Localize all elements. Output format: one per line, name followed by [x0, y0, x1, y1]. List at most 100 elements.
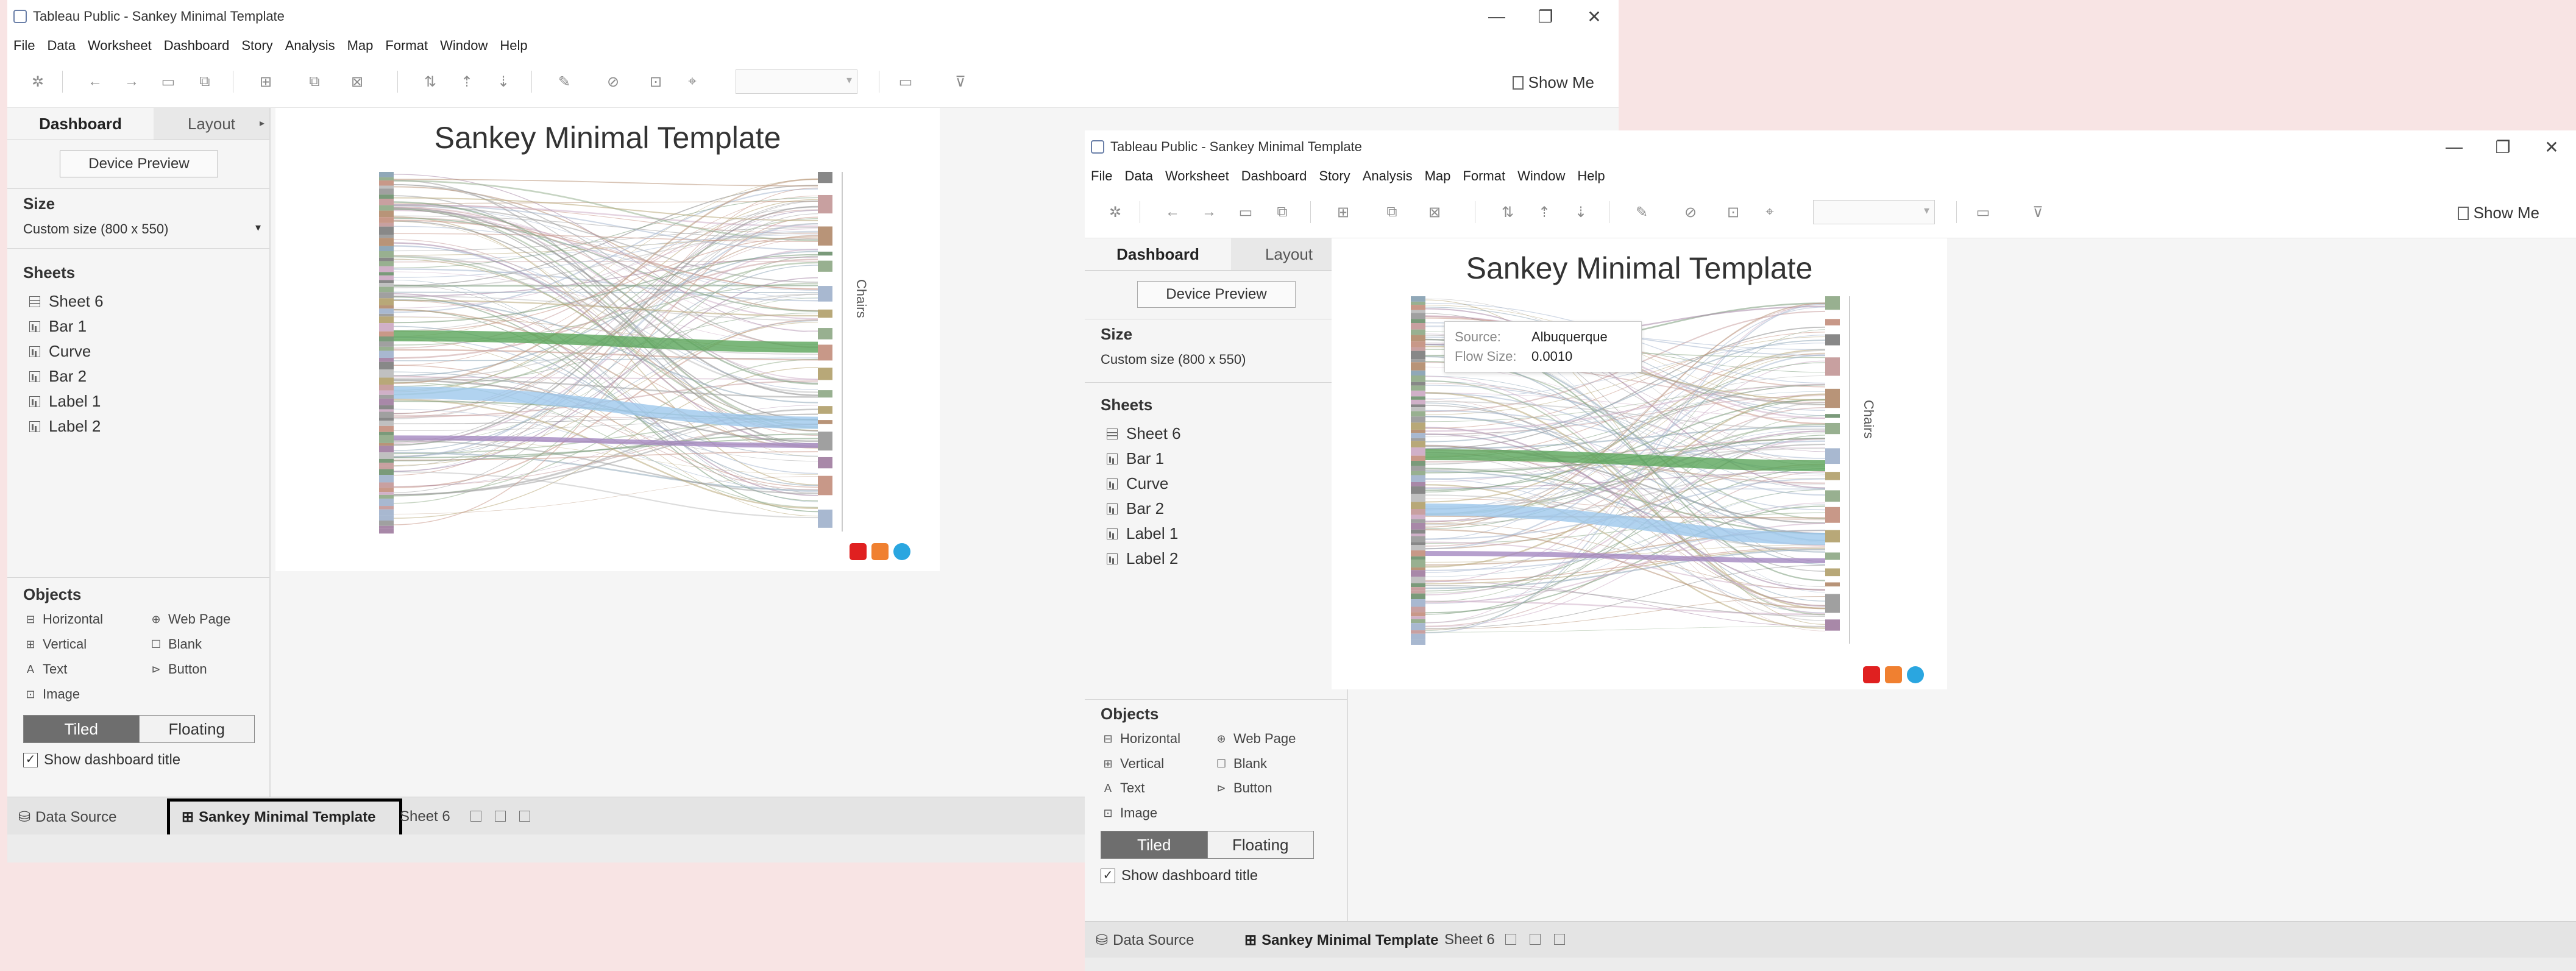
- size-dropdown[interactable]: Custom size (800 x 550) ▾: [1101, 352, 1338, 368]
- tableau-logo-icon[interactable]: ✲: [29, 73, 46, 90]
- size-dropdown[interactable]: Custom size (800 x 550) ▾: [23, 221, 261, 237]
- tab-dashboard[interactable]: Dashboard: [7, 108, 154, 140]
- new-dashboard-icon[interactable]: [1530, 934, 1541, 945]
- new-story-icon[interactable]: [519, 811, 530, 822]
- menu-file[interactable]: File: [7, 38, 41, 54]
- device-preview-button[interactable]: Device Preview: [1137, 281, 1296, 308]
- duplicate-sheet-icon[interactable]: ⧉: [306, 73, 323, 90]
- object-vertical[interactable]: ⊞ Vertical: [26, 636, 87, 652]
- menu-analysis[interactable]: Analysis: [279, 38, 341, 54]
- highlight-icon[interactable]: ✎: [556, 73, 573, 90]
- menu-window[interactable]: Window: [1511, 168, 1571, 184]
- save-icon[interactable]: ▭: [1237, 204, 1254, 221]
- twitter-icon[interactable]: [893, 543, 910, 560]
- sheet-item-bar-2[interactable]: Bar 2: [29, 367, 87, 386]
- presentation-icon[interactable]: ▭: [897, 73, 914, 90]
- object-blank[interactable]: ☐ Blank: [1216, 756, 1267, 772]
- tableau-logo-icon[interactable]: ✲: [1107, 204, 1124, 221]
- sheet-item-label-2[interactable]: Label 2: [1107, 549, 1178, 568]
- new-sheet-icon[interactable]: ⊞: [1335, 204, 1352, 221]
- object-horizontal[interactable]: ⊟ Horizontal: [26, 611, 103, 627]
- close-button[interactable]: ✕: [2527, 130, 2576, 163]
- show-dashboard-title-checkbox[interactable]: ✓ Show dashboard title: [1101, 867, 1258, 884]
- pin-icon[interactable]: ⌖: [1761, 204, 1778, 221]
- new-dashboard-icon[interactable]: [495, 811, 506, 822]
- new-worksheet-icon[interactable]: [1505, 934, 1516, 945]
- menu-dashboard[interactable]: Dashboard: [1235, 168, 1313, 184]
- data-source-tab[interactable]: ⛁ Data Source: [1096, 931, 1194, 949]
- add-datasource-icon[interactable]: ⧉: [196, 73, 213, 90]
- sheet-6-tab[interactable]: Sheet 6: [1444, 931, 1495, 948]
- duplicate-sheet-icon[interactable]: ⧉: [1383, 204, 1400, 221]
- sheet-item-curve[interactable]: Curve: [1107, 474, 1168, 493]
- floating-button[interactable]: Floating: [1207, 831, 1313, 858]
- undo-icon[interactable]: ←: [1164, 204, 1181, 221]
- menu-format[interactable]: Format: [1457, 168, 1511, 184]
- show-dashboard-title-checkbox[interactable]: ✓ Show dashboard title: [23, 752, 180, 769]
- menu-worksheet[interactable]: Worksheet: [1159, 168, 1235, 184]
- restore-button[interactable]: ❐: [2478, 130, 2527, 163]
- sheet-item-sheet-6[interactable]: Sheet 6: [29, 292, 104, 311]
- new-worksheet-icon[interactable]: [470, 811, 481, 822]
- clear-sheet-icon[interactable]: ⊠: [349, 73, 366, 90]
- presentation-icon[interactable]: ▭: [1975, 204, 1992, 221]
- device-preview-button[interactable]: Device Preview: [60, 151, 218, 177]
- menu-dashboard[interactable]: Dashboard: [158, 38, 236, 54]
- save-icon[interactable]: ▭: [160, 73, 177, 90]
- floating-button[interactable]: Floating: [138, 716, 254, 742]
- tiled-button[interactable]: Tiled: [1101, 831, 1207, 858]
- tab-dashboard[interactable]: Dashboard: [1085, 238, 1232, 270]
- sheet-6-tab[interactable]: Sheet 6: [400, 808, 450, 825]
- object-button[interactable]: ⊳ Button: [1216, 780, 1272, 796]
- menu-help[interactable]: Help: [494, 38, 533, 54]
- undo-icon[interactable]: ←: [87, 73, 104, 90]
- object-text[interactable]: A Text: [1103, 780, 1144, 796]
- sort-asc-icon[interactable]: ⇡: [458, 73, 475, 90]
- swap-icon[interactable]: ⇅: [422, 73, 439, 90]
- object-web-page[interactable]: ⊕ Web Page: [1216, 731, 1296, 747]
- blog-icon[interactable]: [1885, 666, 1902, 683]
- menu-story[interactable]: Story: [235, 38, 279, 54]
- fit-dropdown[interactable]: [736, 69, 857, 94]
- blog-icon[interactable]: [871, 543, 889, 560]
- tab-layout[interactable]: Layout: [154, 108, 269, 140]
- menu-story[interactable]: Story: [1313, 168, 1356, 184]
- object-web-page[interactable]: ⊕ Web Page: [151, 611, 230, 627]
- object-text[interactable]: A Text: [26, 661, 67, 677]
- close-button[interactable]: ✕: [1570, 0, 1619, 33]
- sheet-item-bar-2[interactable]: Bar 2: [1107, 499, 1164, 518]
- sort-desc-icon[interactable]: ⇣: [1572, 204, 1589, 221]
- minimize-button[interactable]: —: [1472, 0, 1521, 33]
- sheet-item-bar-1[interactable]: Bar 1: [1107, 449, 1164, 468]
- labels-icon[interactable]: ⊡: [1725, 204, 1742, 221]
- menu-format[interactable]: Format: [379, 38, 434, 54]
- youtube-icon[interactable]: [850, 543, 867, 560]
- share-icon[interactable]: ⊽: [952, 73, 969, 90]
- sheet-item-curve[interactable]: Curve: [29, 342, 91, 361]
- redo-icon[interactable]: →: [123, 73, 140, 90]
- tiled-button[interactable]: Tiled: [24, 716, 139, 742]
- sheet-item-label-2[interactable]: Label 2: [29, 417, 101, 436]
- data-source-tab[interactable]: ⛁ Data Source: [18, 808, 117, 826]
- highlight-icon[interactable]: ✎: [1633, 204, 1650, 221]
- object-button[interactable]: ⊳ Button: [151, 661, 207, 677]
- new-story-icon[interactable]: [1554, 934, 1565, 945]
- dashboard-tab-active[interactable]: ⊞ Sankey Minimal Template: [182, 808, 375, 826]
- share-icon[interactable]: ⊽: [2029, 204, 2046, 221]
- menu-data[interactable]: Data: [1118, 168, 1158, 184]
- sheet-item-label-1[interactable]: Label 1: [1107, 524, 1178, 543]
- labels-icon[interactable]: ⊡: [647, 73, 664, 90]
- fit-dropdown[interactable]: [1813, 200, 1935, 224]
- group-icon[interactable]: ⊘: [1682, 204, 1699, 221]
- youtube-icon[interactable]: [1863, 666, 1880, 683]
- object-horizontal[interactable]: ⊟ Horizontal: [1103, 731, 1180, 747]
- menu-analysis[interactable]: Analysis: [1357, 168, 1419, 184]
- sort-asc-icon[interactable]: ⇡: [1536, 204, 1553, 221]
- tab-layout[interactable]: Layout: [1231, 238, 1347, 270]
- new-sheet-icon[interactable]: ⊞: [257, 73, 274, 90]
- sheet-item-sheet-6[interactable]: Sheet 6: [1107, 424, 1181, 443]
- minimize-button[interactable]: —: [2430, 130, 2478, 163]
- menu-map[interactable]: Map: [341, 38, 380, 54]
- menu-window[interactable]: Window: [434, 38, 494, 54]
- menu-help[interactable]: Help: [1571, 168, 1611, 184]
